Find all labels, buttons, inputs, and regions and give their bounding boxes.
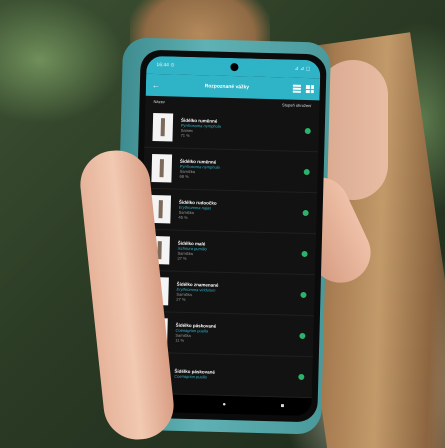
list-item-info: Šidélko páskované Coenagrion puella Sami… bbox=[175, 323, 299, 346]
list-item[interactable]: Šidélko ruměnné Pyrrhosoma nymphula Same… bbox=[144, 106, 320, 153]
status-dot-icon bbox=[304, 127, 311, 135]
list-item-info: Šidélko malé Ischnura pumilio Samička 37… bbox=[177, 241, 301, 264]
status-indicators: ⊿ ⊿ ▢ bbox=[294, 65, 311, 73]
nav-recents-icon[interactable]: ■ bbox=[281, 403, 285, 409]
status-dot-icon bbox=[303, 168, 310, 176]
list-item[interactable]: Šidélko ruměnné Pyrrhosoma nymphula Sami… bbox=[143, 147, 319, 194]
list-item-info: Šidélko ruměnné Pyrrhosoma nymphula Same… bbox=[181, 118, 305, 141]
list-item[interactable]: Šidélko rudoočko Erythromma najas Samičk… bbox=[142, 188, 318, 235]
back-arrow-icon[interactable]: ← bbox=[152, 80, 166, 89]
list-item-info: Šidélko páskované Coenagrion puella bbox=[174, 369, 298, 382]
status-dot-icon bbox=[299, 332, 306, 340]
status-dot-icon bbox=[302, 209, 309, 217]
column-confidence-header: Stupeň ohrožení bbox=[282, 102, 312, 109]
column-name-header: Název bbox=[153, 98, 165, 105]
dragonfly-thumbnail bbox=[151, 153, 173, 183]
grid-icon[interactable] bbox=[305, 84, 314, 94]
list-item-info: Šidélko rudoočko Erythromma najas Samičk… bbox=[178, 200, 302, 223]
list-item-info: Šidélko znamenané Erythromma viridulum S… bbox=[176, 282, 300, 305]
status-dot-icon bbox=[300, 291, 307, 299]
status-time: 16:44 ⊙ bbox=[156, 62, 175, 69]
photo-scene: 16:44 ⊙ ⊿ ⊿ ▢ ← Rozpoznané vážky Název S… bbox=[0, 0, 445, 448]
dragonfly-thumbnail bbox=[152, 112, 174, 142]
page-title: Rozpoznané vážky bbox=[204, 83, 250, 91]
list-icon[interactable] bbox=[292, 84, 301, 93]
list-item[interactable]: Šidélko znamenané Erythromma viridulum S… bbox=[139, 270, 316, 317]
status-dot-icon bbox=[298, 373, 305, 381]
status-dot-icon bbox=[301, 250, 308, 258]
front-camera bbox=[230, 62, 239, 72]
list-item-info: Šidélko ruměnné Pyrrhosoma nymphula Sami… bbox=[179, 159, 303, 182]
nav-home-icon[interactable]: ● bbox=[222, 402, 226, 408]
list-item[interactable]: Šidélko malé Ischnura pumilio Samička 37… bbox=[141, 229, 317, 276]
